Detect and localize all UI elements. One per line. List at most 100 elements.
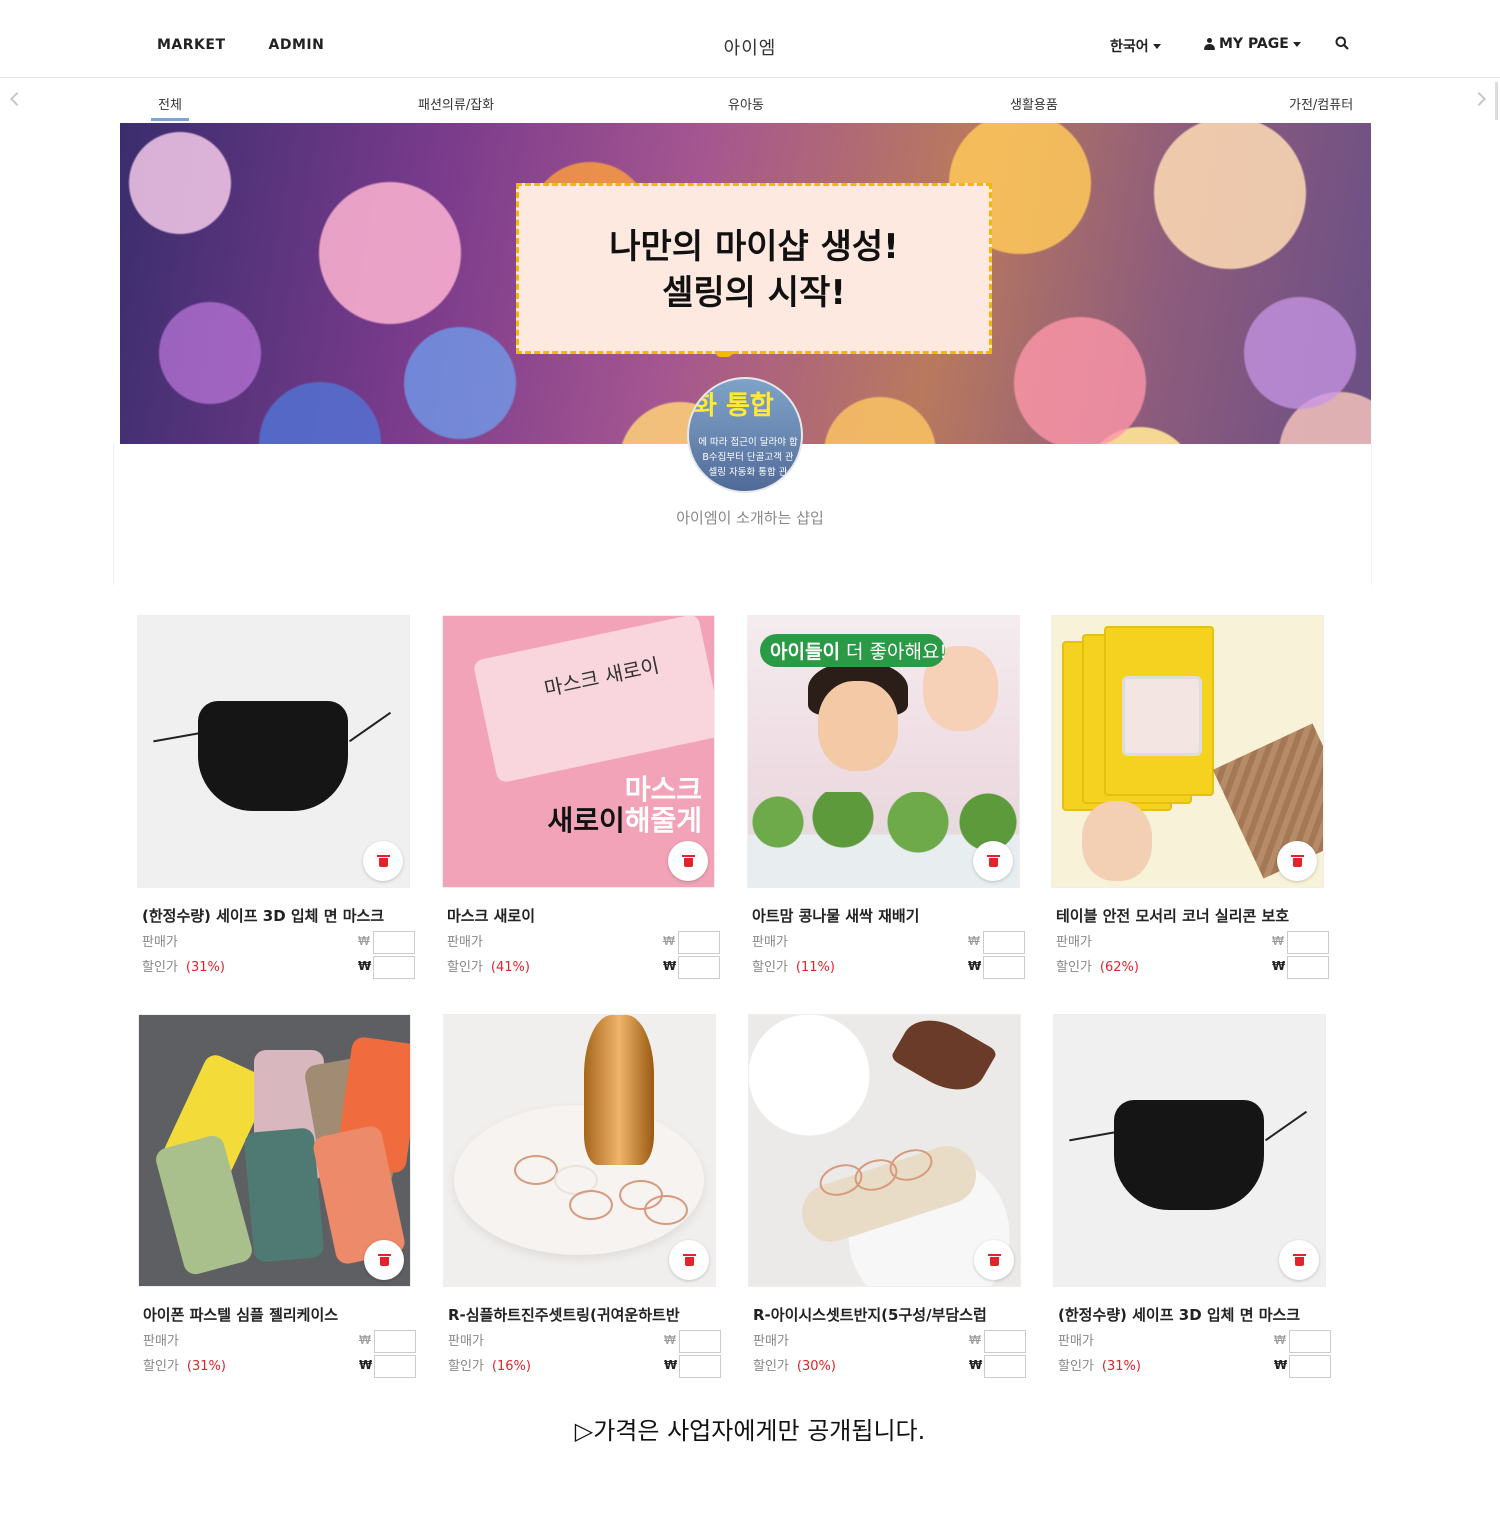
- product-card[interactable]: 마스크 새로이 마스크 새로이해줄게 마스크 새로이 판매가 ₩ 할인가 (41%…: [442, 615, 732, 981]
- product-image[interactable]: [137, 615, 410, 888]
- product-card[interactable]: R-심플하트진주셋트링(귀여운하트반 판매가 ₩ 할인가 (16%) ₩: [443, 1014, 733, 1380]
- delete-button[interactable]: [669, 1240, 709, 1280]
- trash-icon: [987, 1254, 1001, 1266]
- product-card[interactable]: (한정수량) 세이프 3D 입체 면 마스크 판매가 ₩ 할인가 (31%) ₩: [1053, 1014, 1343, 1380]
- category-electronics[interactable]: 가전/컴퓨터: [1289, 94, 1353, 113]
- mask-strap: [348, 711, 392, 743]
- delete-button[interactable]: [973, 841, 1013, 881]
- product-image[interactable]: [138, 1014, 411, 1287]
- user-icon: [1204, 38, 1215, 50]
- discount-price-label: 할인가: [448, 1359, 484, 1374]
- product-title[interactable]: 아이폰 파스텔 심플 젤리케이스: [138, 1304, 413, 1325]
- product-card[interactable]: 아이폰 파스텔 심플 젤리케이스 판매가 ₩ 할인가 (31%) ₩: [138, 1014, 428, 1380]
- discount-price-row: 할인가 (16%) ₩: [443, 1355, 733, 1380]
- product-card[interactable]: (한정수량) 세이프 3D 입체 면 마스크 판매가 ₩ 할인가 (31%) ₩: [137, 615, 427, 981]
- product-image[interactable]: 아이들이 더 좋아해요!: [747, 615, 1020, 888]
- chevron-right-icon[interactable]: [1471, 91, 1487, 107]
- discount-price-value: [1289, 1355, 1331, 1378]
- delete-button[interactable]: [1279, 1240, 1319, 1280]
- corner-guard: [1122, 676, 1202, 756]
- won-symbol: ₩: [664, 1358, 678, 1372]
- product-card[interactable]: 테이블 안전 모서리 코너 실리콘 보호 판매가 ₩ 할인가 (62%) ₩: [1051, 615, 1341, 981]
- product-image[interactable]: [1051, 615, 1324, 888]
- product-image[interactable]: [748, 1014, 1021, 1287]
- won-symbol: ₩: [1274, 1358, 1288, 1372]
- product-image[interactable]: [443, 1014, 716, 1287]
- product-title[interactable]: 테이블 안전 모서리 코너 실리콘 보호: [1051, 905, 1326, 926]
- product-title[interactable]: 아트맘 콩나물 새싹 재배기: [747, 905, 1022, 926]
- product-card[interactable]: R-아이시스셋트반지(5구성/부담스럽 판매가 ₩ 할인가 (30%) ₩: [748, 1014, 1038, 1380]
- won-symbol: ₩: [969, 1358, 983, 1372]
- sale-price-label: 판매가: [142, 935, 178, 950]
- category-living[interactable]: 생활용품: [1010, 94, 1058, 113]
- product-title[interactable]: (한정수량) 세이프 3D 입체 면 마스크: [137, 905, 412, 926]
- sale-price-value: [983, 931, 1025, 954]
- mask-strap: [153, 731, 203, 743]
- delete-button[interactable]: [363, 841, 403, 881]
- category-kids[interactable]: 유아동: [728, 94, 764, 113]
- search-button[interactable]: [1335, 36, 1349, 50]
- won-symbol: ₩: [358, 934, 370, 948]
- trash-icon: [1290, 855, 1304, 867]
- product-card[interactable]: 아이들이 더 좋아해요! 아트맘 콩나물 새싹 재배기 판매가 ₩ 할인가 (11…: [747, 615, 1037, 981]
- mypage-label: MY PAGE: [1219, 36, 1289, 52]
- discount-price-value: [679, 1355, 721, 1378]
- language-dropdown[interactable]: 한국어: [1110, 36, 1161, 56]
- mask-strap: [1069, 1130, 1119, 1142]
- discount-price-value: [678, 956, 720, 979]
- discount-price-row: 할인가 (31%) ₩: [138, 1355, 428, 1380]
- shop-intro: 아이엠이 소개하는 샵입: [676, 509, 824, 527]
- delete-button[interactable]: [668, 841, 708, 881]
- won-symbol: ₩: [969, 1333, 981, 1347]
- discount-price-row: 할인가 (41%) ₩: [442, 956, 732, 981]
- discount-price-value: [983, 956, 1025, 979]
- avatar-headline: 화 통합: [693, 391, 774, 421]
- mask-shape: [1114, 1100, 1264, 1210]
- trash-icon: [1292, 1254, 1306, 1266]
- sale-price-row: 판매가 ₩: [443, 1330, 733, 1355]
- avatar-text-line: 셀링 자동화 통합 관: [708, 467, 788, 478]
- child-figure: [818, 681, 898, 771]
- delete-button[interactable]: [364, 1240, 404, 1280]
- banner-line-1: 나만의 마이샵 생성!: [609, 227, 899, 267]
- discount-price-label: 할인가: [1056, 960, 1092, 975]
- discount-price-value: [373, 956, 415, 979]
- sale-price-label: 판매가: [448, 1334, 484, 1349]
- category-fashion[interactable]: 패션의류/잡화: [418, 94, 494, 113]
- image-headline-light: 해줄게: [624, 804, 702, 837]
- product-title[interactable]: R-아이시스셋트반지(5구성/부담스럽: [748, 1304, 1023, 1325]
- category-all[interactable]: 전체: [151, 94, 189, 121]
- avatar-text: 에 따라 접근이 달라야 합 B수집부터 단골고객 관 셀링 자동화 통합 관: [695, 435, 801, 480]
- sale-price-value: [984, 1330, 1026, 1353]
- product-title[interactable]: R-심플하트진주셋트링(귀여운하트반: [443, 1304, 718, 1325]
- image-badge-bold: 아이들이: [770, 641, 840, 663]
- sale-price-row: 판매가 ₩: [137, 931, 427, 956]
- discount-rate: (30%): [796, 1359, 836, 1374]
- discount-price-value: [374, 1355, 416, 1378]
- product-title[interactable]: (한정수량) 세이프 3D 입체 면 마스크: [1053, 1304, 1328, 1325]
- won-symbol: ₩: [1272, 934, 1284, 948]
- scrollbar[interactable]: [1495, 82, 1498, 120]
- delete-button[interactable]: [1277, 841, 1317, 881]
- discount-rate: (62%): [1099, 960, 1139, 975]
- won-symbol: ₩: [358, 959, 372, 973]
- category-bar: 전체 패션의류/잡화 유아동 생활용품 가전/컴퓨터: [0, 78, 1500, 123]
- mask-shape: [198, 701, 348, 811]
- sale-price-label: 판매가: [447, 935, 483, 950]
- language-label: 한국어: [1110, 39, 1149, 55]
- discount-price-label: 할인가: [142, 960, 178, 975]
- image-badge-rest: 더 좋아해요!: [839, 641, 948, 663]
- product-image[interactable]: 마스크 새로이 마스크 새로이해줄게: [442, 615, 715, 888]
- won-symbol: ₩: [359, 1333, 371, 1347]
- discount-rate: (11%): [795, 960, 835, 975]
- product-title[interactable]: 마스크 새로이: [442, 905, 717, 926]
- chevron-left-icon[interactable]: [9, 91, 25, 107]
- mypage-dropdown[interactable]: MY PAGE: [1204, 36, 1301, 52]
- sale-price-value: [374, 1330, 416, 1353]
- pouch-shape: [472, 616, 714, 784]
- shop-avatar[interactable]: 화 통합 에 따라 접근이 달라야 합 B수집부터 단골고객 관 셀링 자동화 …: [687, 377, 803, 493]
- discount-rate: (31%): [186, 1359, 226, 1374]
- sale-price-row: 판매가 ₩: [748, 1330, 1038, 1355]
- product-image[interactable]: [1053, 1014, 1326, 1287]
- delete-button[interactable]: [974, 1240, 1014, 1280]
